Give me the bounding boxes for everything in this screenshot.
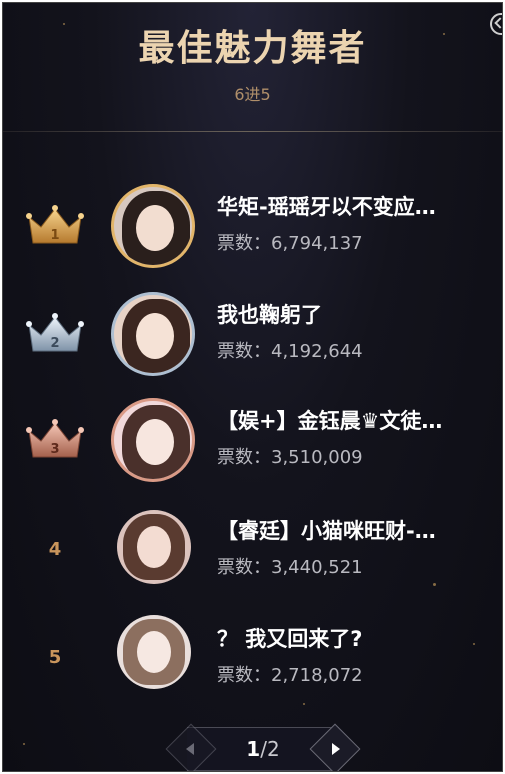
ranking-row-3[interactable]: 3 【娱+】金钰晨♛文徒… 票数：3,510,009 [3, 395, 502, 495]
header-divider [3, 131, 502, 132]
vote-count: 票数：4,192,644 [217, 341, 363, 362]
current-page: 1 [246, 737, 261, 761]
dancer-name[interactable]: 【睿廷】小猫咪旺财-… [217, 517, 485, 545]
dancer-info: 华矩-瑶瑶牙以不变应… 票数：6,794,137 [217, 193, 487, 255]
dancer-name[interactable]: 华矩-瑶瑶牙以不变应… [217, 193, 485, 221]
vote-count: 票数：3,510,009 [217, 447, 363, 468]
sparkle-decoration [23, 743, 25, 745]
bronze-crown-icon: 3 [26, 419, 84, 458]
total-pages: /2 [260, 737, 280, 761]
dancer-info: ？ 我又回来了? 票数：2,718,072 [217, 625, 487, 687]
rank-badge: 4 [23, 505, 87, 605]
page-indicator: 1/2 [187, 727, 339, 771]
silver-crown-icon: 2 [26, 313, 84, 352]
rank-num: 5 [48, 647, 62, 668]
rank-num: 3 [50, 442, 59, 457]
dancer-info: 我也鞠躬了 票数：4,192,644 [217, 301, 487, 363]
rank-num: 2 [50, 336, 59, 351]
avatar[interactable] [117, 510, 191, 584]
dancer-info: 【睿廷】小猫咪旺财-… 票数：3,440,521 [217, 517, 487, 579]
rank-badge: 3 [23, 395, 87, 495]
rank-num: 1 [50, 228, 59, 243]
ranking-row-4[interactable]: 4 【睿廷】小猫咪旺财-… 票数：3,440,521 [3, 505, 502, 605]
avatar[interactable] [111, 184, 195, 268]
dancer-name[interactable]: ？ 我又回来了? [217, 625, 485, 653]
dancer-name[interactable]: 我也鞠躬了 [217, 301, 485, 329]
dancer-info: 【娱+】金钰晨♛文徒… 票数：3,510,009 [217, 407, 487, 469]
dancer-name[interactable]: 【娱+】金钰晨♛文徒… [217, 407, 485, 435]
vote-count: 票数：2,718,072 [217, 665, 363, 686]
vote-count: 票数：3,440,521 [217, 557, 363, 578]
rank-badge: 5 [23, 613, 87, 713]
avatar[interactable] [117, 615, 191, 689]
rank-num: 4 [48, 539, 62, 560]
ranking-row-1[interactable]: 1 华矩-瑶瑶牙以不变应… 票数：6,794,137 [3, 181, 502, 281]
avatar[interactable] [111, 292, 195, 376]
ranking-row-2[interactable]: 2 我也鞠躬了 票数：4,192,644 [3, 289, 502, 389]
pagination: 1/2 [165, 723, 361, 771]
avatar[interactable] [111, 398, 195, 482]
header: 最佳魅力舞者 6进5 [3, 3, 502, 131]
gold-crown-icon: 1 [26, 205, 84, 244]
page-title: 最佳魅力舞者 [138, 28, 367, 69]
ranking-row-5[interactable]: 5 ？ 我又回来了? 票数：2,718,072 [3, 613, 502, 713]
rank-badge: 2 [23, 289, 87, 389]
vote-count: 票数：6,794,137 [217, 233, 363, 254]
page-subtitle: 6进5 [234, 85, 271, 104]
ranking-panel: 最佳魅力舞者 6进5 1 华矩-瑶瑶牙以不变应… 票数：6,794,137 2 … [2, 2, 503, 772]
rank-badge: 1 [23, 181, 87, 281]
